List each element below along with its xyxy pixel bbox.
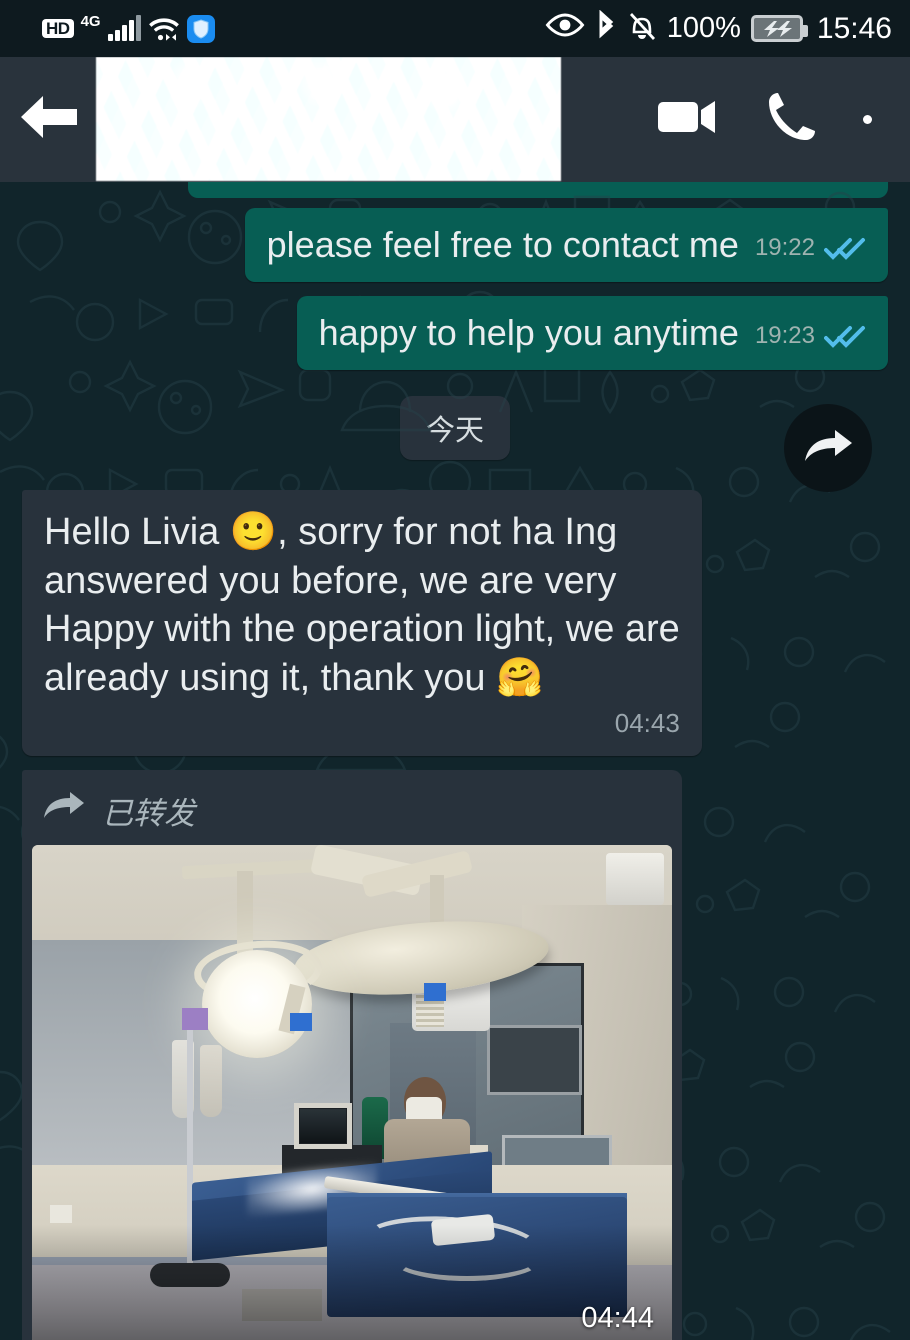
video-camera-icon <box>657 96 719 143</box>
back-arrow-icon <box>15 92 81 147</box>
message-photo[interactable]: 04:44 <box>32 844 672 1340</box>
message-meta: 19:23 <box>755 321 868 356</box>
more-options-button[interactable] <box>863 115 872 124</box>
hd-badge: HD <box>42 18 74 39</box>
message-time: 19:23 <box>754 322 815 350</box>
message-text-line: answered you before, we are very <box>44 559 617 602</box>
incoming-image-message-bubble[interactable]: 已转发 04:44 <box>22 769 682 1340</box>
message-time: 04:44 <box>581 1301 654 1334</box>
double-check-icon <box>824 324 868 350</box>
header-actions <box>657 91 910 148</box>
voice-call-button[interactable] <box>765 91 817 148</box>
forward-arrow-icon <box>42 791 86 829</box>
forwarded-label-row: 已转发 <box>32 780 672 845</box>
message-text-line: already using it, thank you 🤗 <box>44 657 544 700</box>
battery-charging-icon <box>750 15 808 42</box>
back-button[interactable] <box>0 92 96 147</box>
clock-label: 15:46 <box>816 11 892 45</box>
message-time: 19:22 <box>754 234 815 262</box>
wifi-icon <box>148 16 180 42</box>
incoming-message-bubble[interactable]: Hello Livia 🙂, sorry for not ha Ing answ… <box>22 490 702 756</box>
network-generation-label: 4G <box>80 13 101 30</box>
whatsapp-chat-screen: HD 4G 100% 15:46 please feel free to con… <box>0 0 910 1340</box>
eye-icon <box>545 12 585 45</box>
battery-percent-label: 100% <box>666 12 741 44</box>
contact-name-redacted[interactable] <box>96 57 561 181</box>
status-bar: HD 4G 100% 15:46 <box>0 0 910 57</box>
kebab-menu-icon <box>863 115 872 124</box>
status-bar-right: 100% 15:46 <box>545 9 892 47</box>
message-meta: 19:22 <box>755 233 868 268</box>
double-check-icon <box>824 236 868 262</box>
chat-message-list[interactable]: please feel free to contact me 19:22 hap… <box>0 182 910 1340</box>
message-text-line: Hello Livia 🙂, sorry for not ha Ing <box>44 511 618 554</box>
video-call-button[interactable] <box>657 96 719 143</box>
bell-muted-icon <box>627 10 657 47</box>
outgoing-message-bubble[interactable]: happy to help you anytime 19:23 <box>296 296 888 371</box>
forwarded-label: 已转发 <box>102 795 195 831</box>
forward-arrow-icon <box>802 427 854 470</box>
outgoing-message-bubble[interactable]: please feel free to contact me 19:22 <box>244 208 888 283</box>
message-text-line: Happy with the operation light, we are <box>44 608 680 651</box>
signal-bars-icon <box>107 14 141 41</box>
status-bar-left: HD 4G <box>18 13 215 43</box>
photo-gradient-overlay <box>32 1224 672 1340</box>
chat-header <box>0 57 910 182</box>
phone-icon <box>765 91 817 148</box>
bluetooth-icon <box>595 9 617 47</box>
shield-app-icon <box>186 14 215 43</box>
message-text: happy to help you anytime <box>318 312 739 354</box>
forward-message-button[interactable] <box>784 404 872 492</box>
message-text: please feel free to contact me <box>266 224 739 265</box>
message-time: 04:43 <box>614 707 680 738</box>
